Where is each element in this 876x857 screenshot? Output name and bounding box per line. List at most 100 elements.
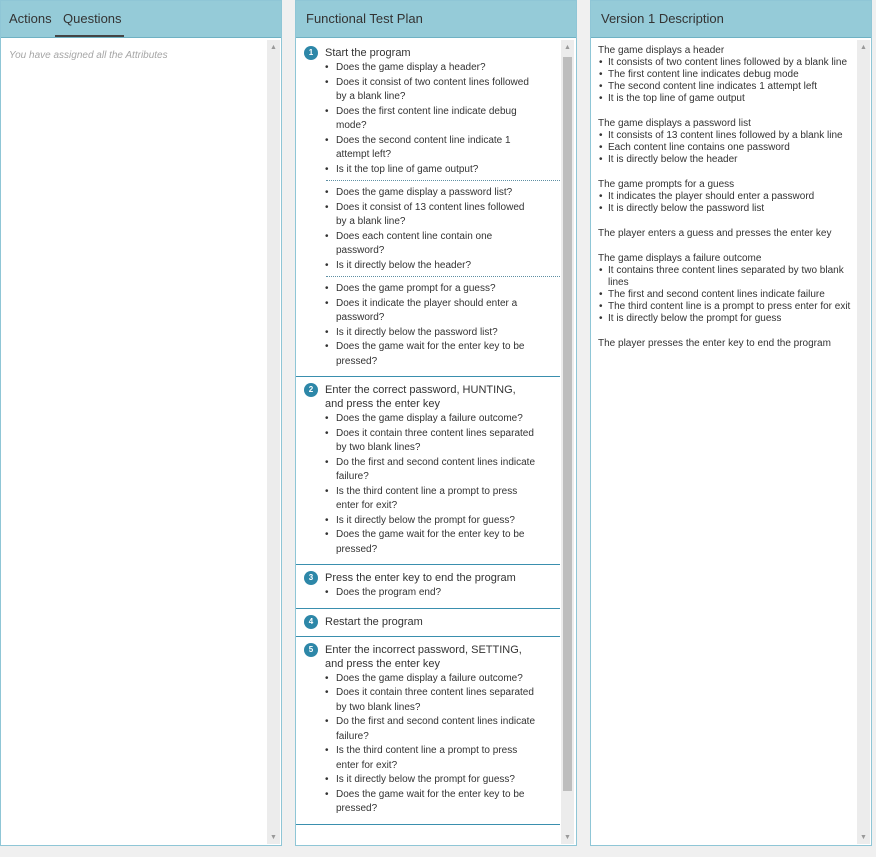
question-item: Does the game display a failure outcome? — [304, 672, 536, 687]
scroll-up-arrow-icon[interactable]: ▲ — [267, 44, 280, 51]
description-item: It contains three content lines separate… — [598, 265, 854, 289]
description-item: It is the top line of game output — [598, 93, 854, 105]
step-header: 2 Enter the correct password, HUNTING, an… — [304, 383, 560, 411]
description-block: The game displays a password listIt cons… — [598, 118, 854, 166]
tab-questions[interactable]: Questions — [63, 11, 122, 26]
question-item: Does it consist of 13 content lines foll… — [304, 201, 536, 230]
test-step: 1 Start the program Does the game display … — [296, 40, 560, 377]
scroll-down-arrow-icon[interactable]: ▼ — [857, 834, 870, 841]
description-panel: Version 1 Description The game displays … — [590, 0, 872, 846]
test-step: 2 Enter the correct password, HUNTING, an… — [296, 377, 560, 565]
question-group-divider — [326, 276, 560, 277]
attributes-list: You have assigned all the Attributes — [1, 40, 266, 844]
description-block: The player enters a guess and presses th… — [598, 228, 854, 240]
scroll-down-arrow-icon[interactable]: ▼ — [267, 834, 280, 841]
description-item: The third content line is a prompt to pr… — [598, 301, 854, 313]
step-title: Enter the incorrect password, SETTING, a… — [325, 643, 522, 670]
step-title: Restart the program — [325, 615, 423, 628]
question-item: Does it indicate the player should enter… — [304, 297, 536, 326]
question-item: Does it consist of two content lines fol… — [304, 76, 536, 105]
description-item: It is directly below the password list — [598, 203, 854, 215]
question-item: Does the game display a failure outcome? — [304, 412, 536, 427]
question-item: Does it contain three content lines sepa… — [304, 427, 536, 456]
attributes-scrollbar[interactable]: ▲ ▼ — [267, 40, 280, 844]
question-item: Does the game wait for the enter key to … — [304, 788, 536, 817]
test-plan-panel: Functional Test Plan 1 Start the program D… — [295, 0, 577, 846]
description-list: It contains three content lines separate… — [598, 265, 854, 325]
step-number-badge: 4 — [304, 614, 318, 629]
question-item: Is the third content line a prompt to pr… — [304, 485, 536, 514]
question-item: Does the first content line indicate deb… — [304, 105, 536, 134]
empty-attributes-message: You have assigned all the Attributes — [9, 50, 168, 61]
description-item: Each content line contains one password — [598, 142, 854, 154]
step-number-badge: 3 — [304, 571, 318, 585]
description-heading: The game displays a password list — [598, 118, 751, 129]
tab-actions[interactable]: Actions — [9, 11, 52, 26]
description-list: It indicates the player should enter a p… — [598, 191, 854, 215]
description-header: Version 1 Description — [591, 1, 871, 38]
question-list: Does the game prompt for a guess?Does it… — [304, 282, 560, 369]
scroll-up-arrow-icon[interactable]: ▲ — [857, 44, 870, 51]
description-heading: The player presses the enter key to end … — [598, 338, 831, 349]
question-item: Does the game wait for the enter key to … — [304, 340, 536, 369]
question-item: Does it contain three content lines sepa… — [304, 686, 536, 715]
description-title: Version 1 Description — [601, 11, 724, 26]
step-title: Press the enter key to end the program — [325, 572, 516, 584]
description-block: The game displays a headerIt consists of… — [598, 45, 854, 105]
question-list: Does the game display a failure outcome?… — [304, 412, 560, 557]
attributes-panel: Actions Questions You have assigned all … — [0, 0, 282, 846]
question-item: Does the second content line indicate 1 … — [304, 134, 536, 163]
question-list: Does the game display a header?Does it c… — [304, 61, 560, 177]
description-block: The game prompts for a guessIt indicates… — [598, 179, 854, 215]
description-item: It consists of two content lines followe… — [598, 57, 854, 69]
test-plan-steps: 1 Start the program Does the game display … — [296, 40, 560, 844]
step-number-badge: 2 — [304, 383, 318, 397]
description-item: It indicates the player should enter a p… — [598, 191, 854, 203]
description-scrollbar[interactable]: ▲ ▼ — [857, 40, 870, 844]
question-item: Is it directly below the password list? — [304, 326, 536, 341]
description-item: It is directly below the header — [598, 154, 854, 166]
step-header: 1 Start the program — [304, 46, 560, 60]
question-item: Do the first and second content lines in… — [304, 456, 536, 485]
description-item: It is directly below the prompt for gues… — [598, 313, 854, 325]
step-header: 3 Press the enter key to end the program — [304, 571, 560, 585]
question-list: Does the program end? — [304, 586, 560, 601]
description-heading: The player enters a guess and presses th… — [598, 228, 832, 239]
description-text: The game displays a headerIt consists of… — [598, 45, 854, 363]
test-plan-title: Functional Test Plan — [306, 11, 423, 26]
description-block: The game displays a failure outcomeIt co… — [598, 253, 854, 325]
question-item: Do the first and second content lines in… — [304, 715, 536, 744]
question-item: Is it directly below the prompt for gues… — [304, 514, 536, 529]
question-item: Does the game wait for the enter key to … — [304, 528, 536, 557]
question-item: Is it the top line of game output? — [304, 163, 536, 178]
test-plan-header: Functional Test Plan — [296, 1, 576, 38]
question-list: Does the game display a failure outcome?… — [304, 672, 560, 817]
step-number-badge: 5 — [304, 642, 318, 657]
question-item: Is it directly below the header? — [304, 259, 536, 274]
question-item: Does the game display a password list? — [304, 186, 536, 201]
question-item: Does the game display a header? — [304, 61, 536, 76]
description-item: The second content line indicates 1 atte… — [598, 81, 854, 93]
question-item: Does the game prompt for a guess? — [304, 282, 536, 297]
test-step: 3 Press the enter key to end the program D… — [296, 565, 560, 609]
description-block: The player presses the enter key to end … — [598, 338, 854, 350]
question-group-divider — [326, 180, 560, 181]
scroll-up-arrow-icon[interactable]: ▲ — [561, 44, 574, 51]
description-list: It consists of two content lines followe… — [598, 57, 854, 105]
active-tab-indicator — [55, 35, 124, 37]
question-item: Is the third content line a prompt to pr… — [304, 744, 536, 773]
description-heading: The game displays a header — [598, 45, 725, 56]
test-plan-scrollbar[interactable]: ▲ ▼ — [561, 40, 574, 844]
description-item: The first and second content lines indic… — [598, 289, 854, 301]
step-number-badge: 1 — [304, 46, 318, 60]
step-title: Enter the correct password, HUNTING, and… — [325, 384, 516, 410]
attributes-panel-header: Actions Questions — [1, 1, 281, 38]
scroll-down-arrow-icon[interactable]: ▼ — [561, 834, 574, 841]
question-item: Does the program end? — [304, 586, 536, 601]
description-heading: The game displays a failure outcome — [598, 253, 762, 264]
question-item: Does each content line contain one passw… — [304, 230, 536, 259]
description-item: The first content line indicates debug m… — [598, 69, 854, 81]
test-step: 4 Restart the program — [296, 609, 560, 637]
scrollbar-thumb[interactable] — [563, 57, 572, 791]
step-title: Start the program — [325, 47, 411, 59]
